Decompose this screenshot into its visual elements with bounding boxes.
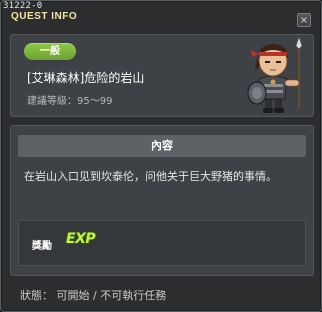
quest-info-window: 31222-0 QUEST INFO × 一般 [艾琳森林]危险的岩山 建議等級… (0, 0, 322, 312)
reward-label: 獎勵 (32, 241, 52, 252)
recommended-level: 建議等級：95～99 (27, 96, 113, 107)
content-header: 內容 (18, 135, 306, 157)
quest-summary-panel: 一般 [艾琳森林]危险的岩山 建議等級：95～99 (10, 34, 314, 117)
quest-name: [艾琳森林]危险的岩山 (27, 71, 145, 85)
quest-detail-panel: 內容 在岩山入口见到坎泰伦，问他关于巨大野猪的事情。 獎勵 EXP (10, 125, 314, 276)
spear-warrior-npc-icon (247, 37, 303, 113)
quest-id: 31222-0 (3, 1, 43, 11)
reward-panel: 獎勵 EXP (18, 220, 306, 266)
close-button[interactable]: × (297, 13, 311, 27)
quest-description: 在岩山入口见到坎泰伦，问他关于巨大野猪的事情。 (24, 170, 277, 183)
quest-category-badge: 一般 (24, 43, 76, 60)
window-title: QUEST INFO (11, 11, 78, 22)
quest-status: 狀態： 可開始 / 不可執行任務 (20, 289, 167, 302)
close-icon[interactable]: × (300, 15, 308, 26)
exp-icon[interactable]: EXP (66, 231, 96, 247)
